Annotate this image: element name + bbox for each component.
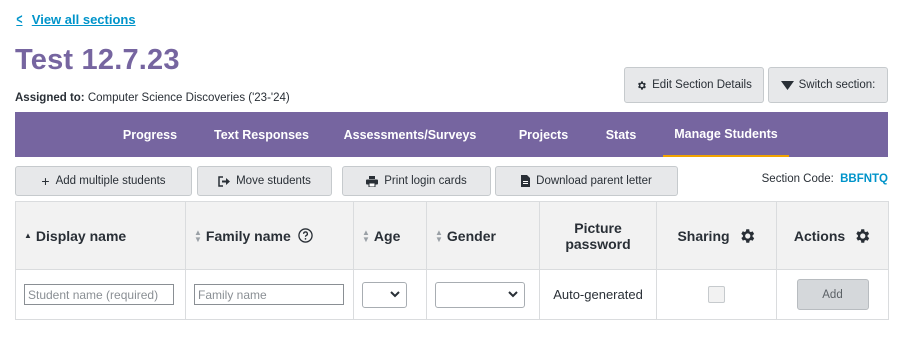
picture-password-value: Auto-generated [553, 287, 643, 302]
section-code-value: BBFNTQ [840, 173, 888, 185]
col-sharing-label: Sharing [677, 227, 730, 244]
add-student-button[interactable]: Add [796, 279, 869, 310]
move-students-button[interactable]: Move students [197, 166, 332, 196]
tab-stats[interactable]: Stats [593, 112, 649, 157]
chevron-down-icon [390, 291, 400, 298]
col-family-name-label: Family name [205, 227, 291, 244]
add-multiple-students-button[interactable]: + Add multiple students [15, 166, 192, 196]
help-icon[interactable] [298, 228, 313, 243]
col-sharing: Sharing [656, 201, 777, 270]
view-all-sections-label: View all sections [31, 12, 136, 27]
gear-icon[interactable] [853, 227, 871, 245]
age-select[interactable] [362, 281, 407, 308]
tab-assessments-surveys[interactable]: Assessments/Surveys [335, 112, 485, 157]
tab-text-responses[interactable]: Text Responses [200, 112, 323, 157]
sort-asc-icon: ▲ [24, 231, 32, 240]
section-code-label: Section Code: [761, 173, 834, 185]
print-login-cards-button[interactable]: Print login cards [342, 166, 491, 196]
plus-icon: + [41, 173, 50, 189]
download-parent-letter-label: Download parent letter [536, 175, 652, 187]
picture-password-cell: Auto-generated [539, 269, 657, 320]
view-all-sections-link[interactable]: < View all sections [15, 11, 136, 28]
switch-section-label: Switch section: [798, 79, 876, 91]
sort-icon: ▲ ▼ [435, 227, 443, 244]
section-code: Section Code: BBFNTQ [762, 173, 888, 185]
edit-section-details-label: Edit Section Details [652, 79, 752, 91]
page-title: Test 12.7.23 [15, 44, 180, 76]
download-parent-letter-button[interactable]: Download parent letter [495, 166, 678, 196]
sharing-cell [656, 269, 777, 320]
col-gender[interactable]: ▲ ▼ Gender [426, 201, 540, 270]
tab-projects[interactable]: Projects [501, 112, 586, 157]
printer-icon [366, 175, 379, 187]
new-student-row: Auto-generated Add [15, 269, 889, 320]
actions-cell: Add [776, 269, 889, 320]
students-table: ▲ Display name ▲ ▼ Family name ▲ ▼ Age ▲… [15, 201, 889, 320]
assigned-to-line: Assigned to: Computer Science Discoverie… [15, 92, 290, 104]
print-login-cards-label: Print login cards [384, 175, 467, 187]
sort-icon: ▲ ▼ [362, 227, 370, 244]
col-age[interactable]: ▲ ▼ Age [353, 201, 427, 270]
col-age-label: Age [373, 227, 401, 244]
chevron-left-icon: < [16, 11, 23, 28]
col-actions: Actions [776, 201, 889, 270]
gender-cell [426, 269, 540, 320]
sharing-checkbox[interactable] [708, 286, 725, 303]
gear-icon [638, 80, 647, 90]
gear-icon[interactable] [738, 227, 756, 245]
section-tabs: Progress Text Responses Assessments/Surv… [15, 112, 888, 157]
age-cell [353, 269, 427, 320]
table-header-row: ▲ Display name ▲ ▼ Family name ▲ ▼ Age ▲… [15, 201, 889, 270]
col-picture-password: Picture password [539, 201, 657, 270]
caret-down-icon [780, 80, 794, 90]
sort-icon: ▲ ▼ [194, 227, 202, 244]
add-multiple-students-label: Add multiple students [55, 175, 166, 187]
family-name-cell [185, 269, 354, 320]
tab-progress[interactable]: Progress [107, 112, 193, 157]
family-name-input[interactable] [194, 284, 344, 305]
switch-section-button[interactable]: Switch section: [768, 67, 888, 103]
assigned-to-label: Assigned to: [15, 92, 85, 104]
edit-section-details-button[interactable]: Edit Section Details [624, 67, 764, 103]
col-picture-password-label: Picture password [565, 219, 631, 252]
col-display-name-label: Display name [35, 227, 127, 244]
tab-manage-students[interactable]: Manage Students [663, 112, 789, 157]
col-family-name[interactable]: ▲ ▼ Family name [185, 201, 354, 270]
document-icon [521, 175, 531, 187]
display-name-cell [15, 269, 186, 320]
display-name-input[interactable] [24, 284, 174, 305]
col-display-name[interactable]: ▲ Display name [15, 201, 186, 270]
chevron-down-icon [508, 291, 518, 298]
col-actions-label: Actions [793, 227, 846, 244]
move-students-label: Move students [236, 175, 311, 187]
gender-select[interactable] [435, 281, 525, 308]
col-gender-label: Gender [446, 227, 496, 244]
move-icon [218, 175, 231, 187]
assigned-course: Computer Science Discoveries ('23-'24) [87, 92, 290, 104]
